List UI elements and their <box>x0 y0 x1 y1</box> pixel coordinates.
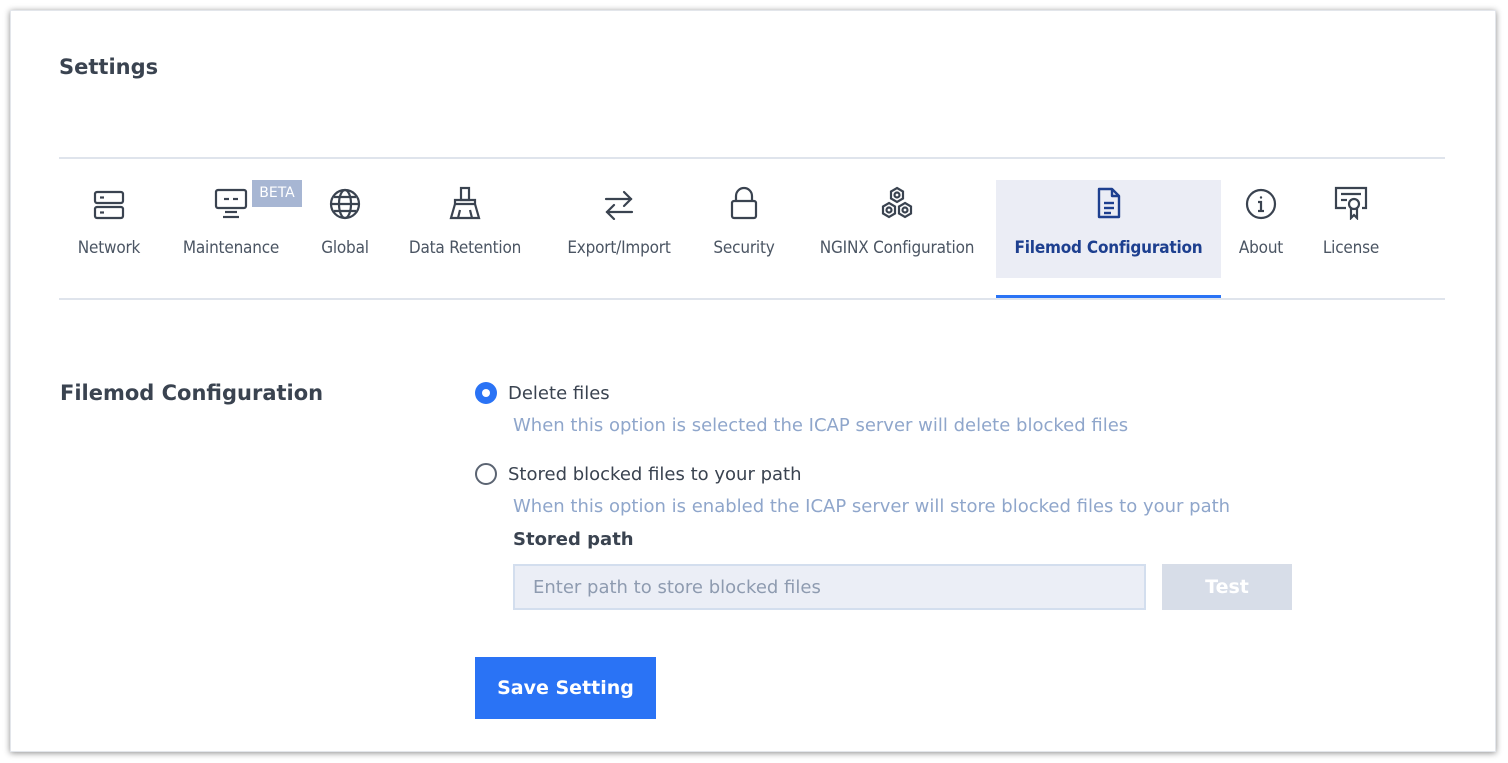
broom-icon <box>449 180 481 220</box>
test-button[interactable]: Test <box>1162 564 1292 610</box>
option-label: Delete files <box>508 382 610 404</box>
store-files-option[interactable]: Stored blocked files to your path <box>475 463 801 485</box>
tab-label: Export/Import <box>567 238 671 258</box>
tab-label: Filemod Configuration <box>1014 238 1203 258</box>
certificate-icon <box>1334 180 1368 220</box>
option-label: Stored blocked files to your path <box>508 463 802 485</box>
tab-network[interactable]: Network <box>59 180 159 278</box>
stored-path-input[interactable] <box>513 564 1146 610</box>
tab-label: Global <box>321 238 369 258</box>
tab-label: Data Retention <box>408 238 522 258</box>
tab-global[interactable]: Global <box>311 180 379 278</box>
divider <box>59 298 1445 300</box>
tab-security[interactable]: Security <box>704 180 784 278</box>
tab-about[interactable]: About <box>1229 180 1293 278</box>
save-setting-button[interactable]: Save Setting <box>475 657 656 719</box>
delete-files-option[interactable]: Delete files <box>475 382 610 404</box>
radio-button-unchecked[interactable] <box>475 463 497 485</box>
server-icon <box>93 180 125 220</box>
swap-arrows-icon <box>603 180 635 220</box>
tab-filemod-configuration[interactable]: Filemod Configuration <box>996 180 1221 278</box>
tab-label: Maintenance <box>182 238 280 258</box>
stored-path-label: Stored path <box>513 529 634 550</box>
radio-button-checked[interactable] <box>475 382 497 404</box>
info-icon <box>1245 180 1277 220</box>
monitor-icon <box>214 180 248 220</box>
tab-nginx-configuration[interactable]: NGINX Configuration <box>806 180 988 278</box>
tab-data-retention[interactable]: Data Retention <box>394 180 536 278</box>
hexagons-icon <box>879 180 915 220</box>
settings-panel: Settings Network Maintenance Global Data… <box>10 10 1496 752</box>
document-icon <box>1096 180 1122 220</box>
tab-label: Network <box>77 238 141 258</box>
tab-label: License <box>1322 238 1380 258</box>
option-hint: When this option is selected the ICAP se… <box>513 415 1129 436</box>
tab-license[interactable]: License <box>1309 180 1393 278</box>
option-hint: When this option is enabled the ICAP ser… <box>513 496 1231 517</box>
tab-label: About <box>1238 238 1284 258</box>
divider <box>59 157 1445 159</box>
lock-icon <box>730 180 758 220</box>
globe-icon <box>329 180 361 220</box>
tab-label: NGINX Configuration <box>819 238 975 258</box>
beta-badge: BETA <box>252 180 302 207</box>
tab-label: Security <box>713 238 775 258</box>
section-title: Filemod Configuration <box>60 381 324 405</box>
tab-export-import[interactable]: Export/Import <box>553 180 685 278</box>
page-title: Settings <box>59 55 159 79</box>
